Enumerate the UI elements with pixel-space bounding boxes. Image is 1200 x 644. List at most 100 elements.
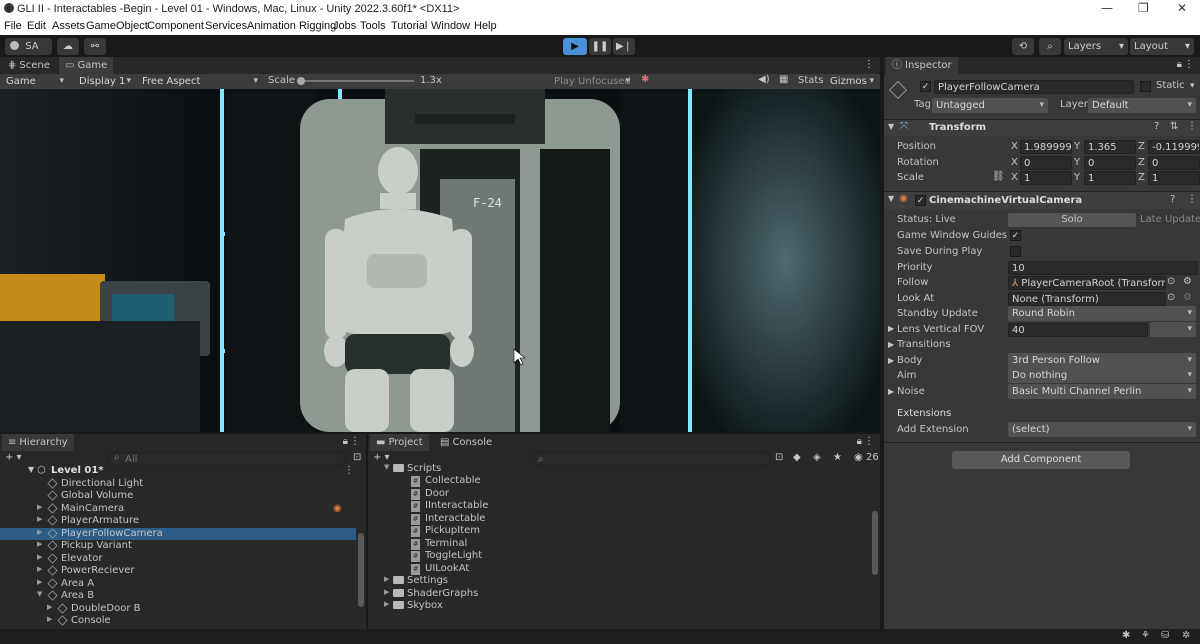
project-script[interactable]: # Terminal: [368, 538, 868, 550]
hierarchy-item[interactable]: ▶ DoubleDoor B: [0, 603, 356, 615]
hierarchy-item[interactable]: ▶ Console: [0, 615, 356, 627]
project-script[interactable]: # Collectable: [368, 475, 868, 488]
constrain-link-icon[interactable]: ⛓: [992, 171, 1005, 182]
tab-hierarchy[interactable]: ≡ Hierarchy: [2, 434, 74, 451]
panel-menu-icon[interactable]: ⋮: [1184, 59, 1194, 70]
project-script[interactable]: # ToggleLight: [368, 550, 868, 563]
tab-console[interactable]: ▤ Console: [434, 434, 498, 451]
menu-jobs[interactable]: Jobs: [333, 20, 356, 32]
vcam-header[interactable]: ▼ ◉ ✓ CinemachineVirtualCamera ? ⋮: [884, 192, 1200, 209]
hierarchy-scrollbar[interactable]: [358, 533, 364, 607]
project-folder[interactable]: ▶ ShaderGraphs: [368, 588, 868, 600]
hierarchy-search[interactable]: All: [108, 452, 346, 466]
hierarchy-item[interactable]: ▶ PlayerFollowCamera: [0, 527, 356, 540]
priority-field[interactable]: 10: [1008, 261, 1198, 275]
hierarchy-item[interactable]: ▶ MainCamera ◉: [0, 503, 356, 515]
expand-arrow-icon[interactable]: ▼: [384, 463, 389, 471]
play-mode-dropdown[interactable]: Play Unfocused: [550, 74, 634, 89]
project-folder[interactable]: ▶ Settings: [368, 575, 868, 587]
scale-x-field[interactable]: 1: [1020, 171, 1072, 185]
progress-icon[interactable]: ✲: [1182, 630, 1190, 641]
object-picker-icon[interactable]: ⊙: [1167, 292, 1175, 303]
search-button[interactable]: ⌕: [1039, 38, 1061, 55]
static-checkbox[interactable]: [1140, 81, 1151, 92]
stats-button[interactable]: Stats: [798, 75, 824, 86]
tab-scene[interactable]: ⋕ Scene: [2, 57, 56, 74]
grid-icon[interactable]: ▦: [779, 74, 788, 85]
menu-gameobject[interactable]: GameObject: [86, 20, 148, 32]
favorites-icon[interactable]: ★: [833, 452, 842, 463]
create-button[interactable]: + ▾: [5, 452, 22, 463]
pause-button[interactable]: ❚❚: [589, 38, 611, 55]
hierarchy-item[interactable]: ▶ PlayerArmature: [0, 515, 356, 527]
hierarchy-item[interactable]: Global Volume: [0, 490, 356, 502]
hierarchy-item[interactable]: ▶ Elevator: [0, 553, 356, 565]
tab-game[interactable]: ▭ Game: [59, 57, 114, 74]
project-script[interactable]: # PickupItem: [368, 525, 868, 538]
scene-filter-icon[interactable]: ⊡: [353, 452, 361, 463]
tab-inspector[interactable]: ⓘ Inspector: [886, 57, 958, 74]
menu-component[interactable]: Component: [147, 20, 204, 32]
body-dropdown[interactable]: 3rd Person Follow: [1008, 353, 1196, 368]
bug-icon[interactable]: ✱: [641, 74, 649, 85]
hierarchy-item[interactable]: ▶ PowerReciever: [0, 565, 356, 577]
position-x-field[interactable]: 1.989999: [1020, 140, 1072, 154]
collab-button[interactable]: ⚯: [84, 38, 106, 55]
panel-menu-icon[interactable]: ⋮: [350, 436, 360, 447]
hierarchy-item[interactable]: ▶ Area A: [0, 578, 356, 590]
expand-arrow-icon[interactable]: ▶: [888, 387, 894, 396]
vcam-enabled-checkbox[interactable]: ✓: [915, 195, 926, 206]
debug-icon[interactable]: ✱: [1122, 630, 1130, 641]
close-icon[interactable]: ✕: [1177, 1, 1187, 15]
help-icon[interactable]: ?: [1154, 121, 1159, 132]
object-name-field[interactable]: PlayerFollowCamera: [934, 80, 1134, 94]
menu-services[interactable]: Services: [205, 20, 247, 32]
menu-animation-rigging[interactable]: Animation Rigging: [247, 20, 336, 32]
rotation-z-field[interactable]: 0: [1148, 156, 1200, 170]
gear-icon[interactable]: ⚙: [1183, 292, 1192, 303]
project-script[interactable]: # Interactable: [368, 513, 868, 525]
rotation-y-field[interactable]: 0: [1084, 156, 1136, 170]
project-script[interactable]: # IInteractable: [368, 500, 868, 513]
chevron-down-icon[interactable]: ▾: [1190, 81, 1195, 91]
panel-menu-icon[interactable]: ⋮: [864, 436, 874, 447]
gear-icon[interactable]: ⚙: [1183, 276, 1192, 287]
rotation-x-field[interactable]: 0: [1020, 156, 1072, 170]
preset-icon[interactable]: ⇅: [1170, 121, 1178, 132]
panel-menu-icon[interactable]: ⋮: [864, 59, 874, 70]
expand-arrow-icon[interactable]: ▶: [37, 578, 42, 586]
game-view-dropdown[interactable]: Game: [2, 74, 68, 89]
scale-z-field[interactable]: 1: [1148, 171, 1200, 185]
lock-icon[interactable]: 🔒︎: [857, 436, 862, 447]
aim-dropdown[interactable]: Do nothing: [1008, 368, 1196, 383]
history-button[interactable]: ⟲: [1012, 38, 1034, 55]
component-menu-icon[interactable]: ⋮: [1187, 194, 1197, 205]
expand-arrow-icon[interactable]: ▶: [888, 324, 894, 333]
project-script[interactable]: # UILookAt: [368, 563, 868, 575]
cache-server-icon[interactable]: ⛁: [1161, 630, 1169, 641]
scene-row[interactable]: ▼ ⬡ Level 01* ⋮: [0, 465, 356, 477]
menu-help[interactable]: Help: [474, 20, 497, 32]
hierarchy-item[interactable]: ▶ Pickup Variant: [0, 540, 356, 552]
expand-arrow-icon[interactable]: ▶: [384, 575, 389, 583]
position-y-field[interactable]: 1.365: [1084, 140, 1136, 154]
tag-dropdown[interactable]: Untagged: [932, 98, 1048, 113]
noise-dropdown[interactable]: Basic Multi Channel Perlin: [1008, 384, 1196, 399]
gizmos-dropdown[interactable]: Gizmos: [826, 74, 878, 89]
expand-arrow-icon[interactable]: ▶: [37, 553, 42, 561]
standby-dropdown[interactable]: Round Robin: [1008, 306, 1196, 321]
lookat-field[interactable]: None (Transform): [1008, 292, 1166, 306]
step-button[interactable]: ▶❘: [613, 38, 635, 55]
expand-arrow-icon[interactable]: ▶: [384, 588, 389, 596]
menu-assets[interactable]: Assets: [52, 20, 85, 32]
hierarchy-item[interactable]: Directional Light: [0, 478, 356, 490]
expand-arrow-icon[interactable]: ▶: [888, 356, 894, 365]
hidden-packages-icon[interactable]: ◉: [854, 452, 863, 463]
aspect-dropdown[interactable]: Free Aspect: [138, 74, 262, 89]
collab-status-icon[interactable]: ⚘: [1141, 630, 1150, 641]
cloud-button[interactable]: ☁: [57, 38, 79, 55]
expand-arrow-icon[interactable]: ▶: [47, 615, 52, 623]
fov-preset-dropdown[interactable]: [1150, 322, 1196, 337]
add-extension-dropdown[interactable]: (select): [1008, 422, 1196, 437]
scene-menu-icon[interactable]: ⋮: [344, 465, 354, 476]
